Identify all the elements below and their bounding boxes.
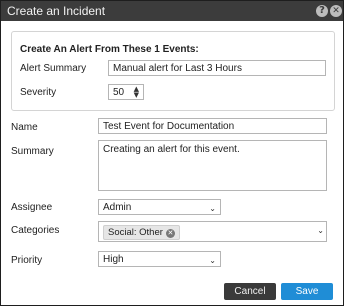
chevron-down-icon[interactable]: ⌄ bbox=[317, 226, 324, 235]
close-icon[interactable]: ✕ bbox=[330, 5, 342, 17]
stepper-arrows-icon[interactable]: ▲ ▼ bbox=[134, 86, 139, 99]
category-tag: Social: Other ✕ bbox=[103, 225, 180, 240]
cancel-button[interactable]: Cancel bbox=[224, 283, 276, 300]
assignee-label: Assignee bbox=[11, 202, 53, 213]
alert-panel: Create An Alert From These 1 Events: Ale… bbox=[11, 31, 335, 111]
name-input[interactable]: Test Event for Documentation bbox=[98, 118, 327, 134]
dialog-titlebar[interactable]: Create an Incident ? ✕ bbox=[1, 1, 343, 21]
create-incident-dialog: Create an Incident ? ✕ Create An Alert F… bbox=[0, 0, 344, 306]
severity-label: Severity bbox=[20, 87, 57, 98]
summary-label: Summary bbox=[11, 146, 54, 157]
priority-value: High bbox=[103, 254, 124, 265]
summary-textarea[interactable]: Creating an alert for this event. bbox=[98, 140, 327, 191]
dialog-footer: Cancel Save bbox=[1, 278, 343, 305]
assignee-select[interactable]: Admin ⌄ bbox=[98, 199, 221, 215]
severity-stepper[interactable]: 50 ▲ ▼ bbox=[108, 84, 144, 100]
categories-field[interactable]: Social: Other ✕ ⌄ bbox=[98, 221, 327, 242]
alert-summary-input[interactable]: Manual alert for Last 3 Hours bbox=[108, 60, 326, 76]
assignee-value: Admin bbox=[103, 202, 132, 213]
category-tag-label: Social: Other bbox=[108, 227, 163, 238]
remove-tag-icon[interactable]: ✕ bbox=[165, 229, 175, 238]
severity-value: 50 bbox=[113, 87, 125, 98]
help-icon[interactable]: ? bbox=[316, 5, 328, 17]
priority-label: Priority bbox=[11, 255, 43, 266]
chevron-down-icon: ⌄ bbox=[209, 256, 216, 265]
chevron-down-icon: ⌄ bbox=[209, 204, 216, 213]
alert-summary-label: Alert Summary bbox=[20, 63, 87, 74]
name-label: Name bbox=[11, 122, 38, 133]
alert-panel-heading: Create An Alert From These 1 Events: bbox=[20, 44, 199, 55]
categories-label: Categories bbox=[11, 225, 60, 236]
dialog-title: Create an Incident bbox=[7, 4, 106, 18]
save-button[interactable]: Save bbox=[281, 283, 333, 300]
dialog-content: Create An Alert From These 1 Events: Ale… bbox=[1, 21, 343, 305]
priority-select[interactable]: High ⌄ bbox=[98, 251, 221, 267]
